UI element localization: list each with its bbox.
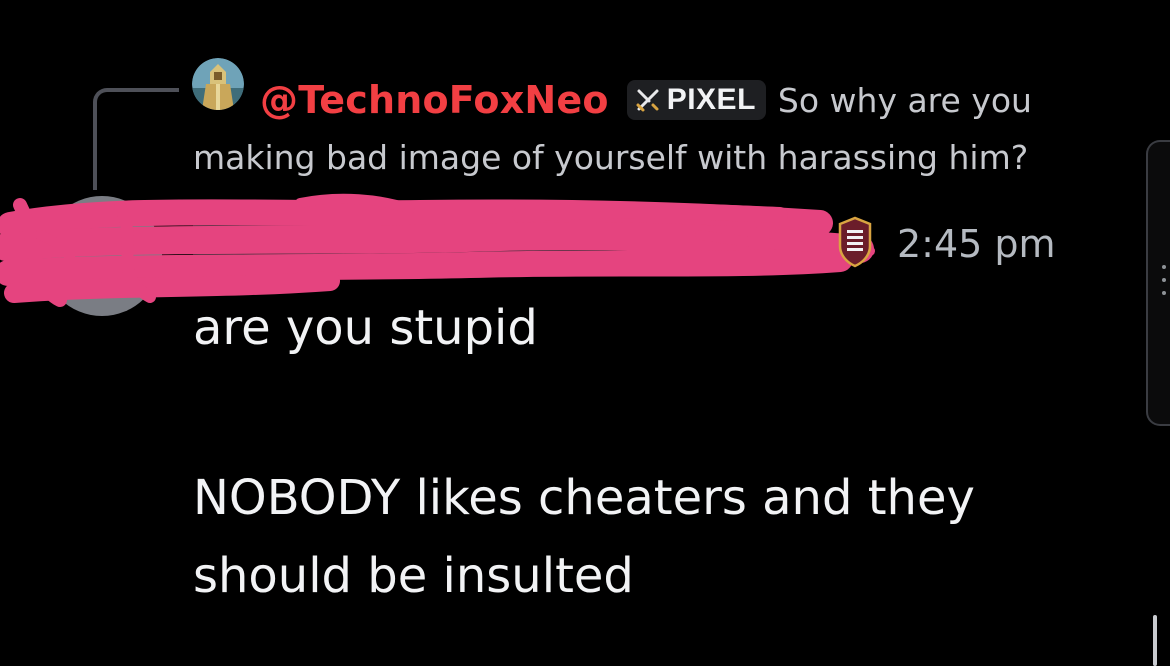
chat-view: @TechnoFoxNeo PIXEL So why are you makin… xyxy=(0,0,1170,666)
reply-username[interactable]: @TechnoFoxNeo xyxy=(260,78,609,122)
scrollbar-thumb[interactable] xyxy=(1153,615,1157,666)
reply-preview[interactable]: @TechnoFoxNeo PIXEL So why are you xyxy=(260,70,1032,130)
message-timestamp: 2:45 pm xyxy=(897,222,1056,266)
reply-text-continued[interactable]: making bad image of yourself with harass… xyxy=(193,138,1028,177)
message-text-line: are you stupid xyxy=(193,300,538,356)
redaction-scribble xyxy=(0,193,875,307)
message-text-line: NOBODY likes cheaters and they xyxy=(193,470,975,526)
knight-avatar-icon[interactable] xyxy=(192,58,244,110)
shield-badge-icon xyxy=(838,216,872,268)
reply-connector-line xyxy=(93,88,179,190)
server-tag[interactable]: PIXEL xyxy=(626,80,766,120)
message-text-line: should be insulted xyxy=(193,548,634,604)
grip-dots-icon xyxy=(1162,265,1170,295)
server-tag-label: PIXEL xyxy=(666,83,756,116)
reply-text: So why are you xyxy=(777,80,1032,120)
crossed-swords-icon xyxy=(636,89,659,112)
